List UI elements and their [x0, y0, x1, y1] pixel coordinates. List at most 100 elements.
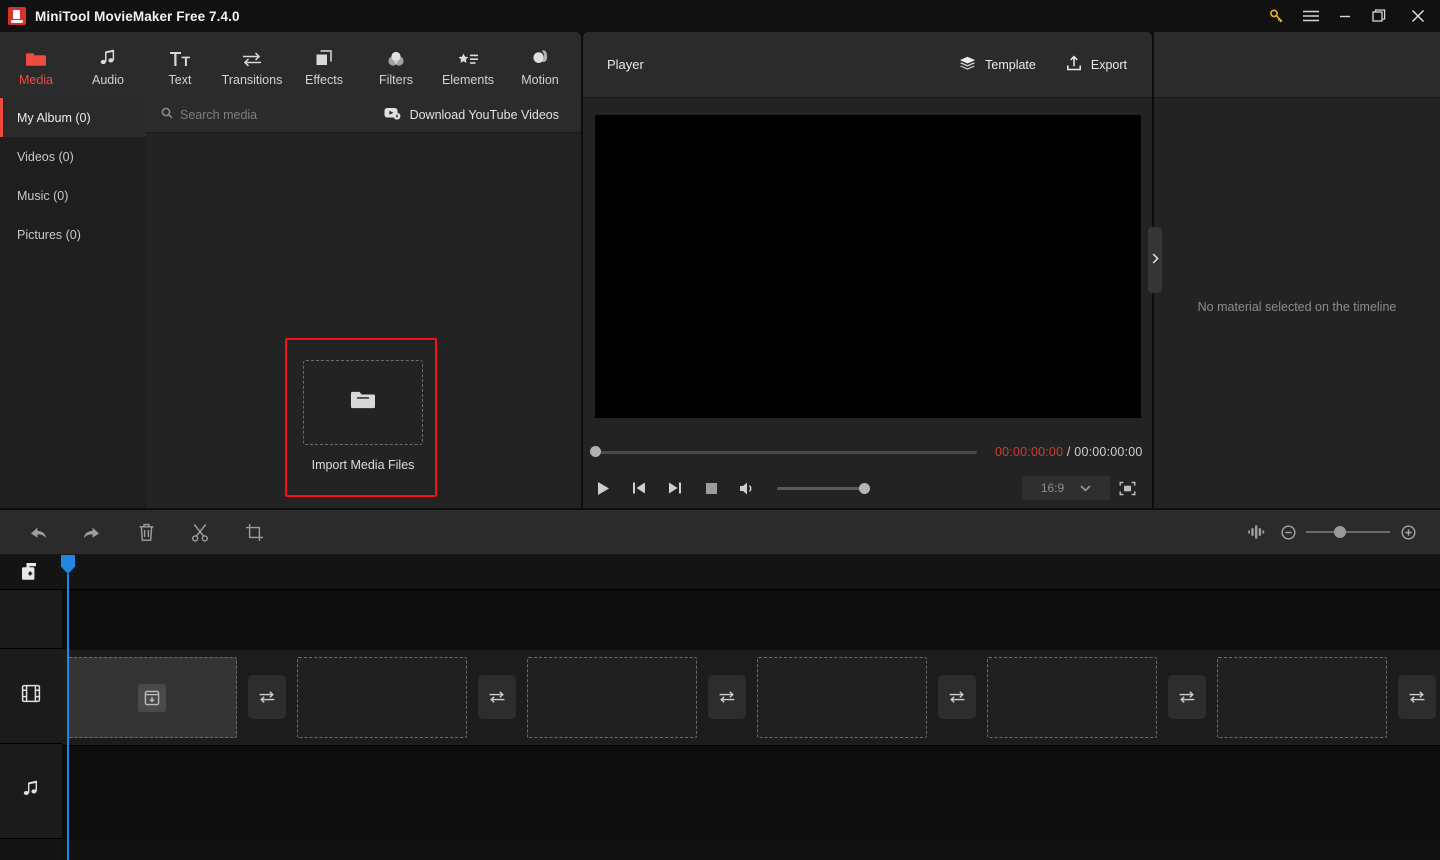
volume-button[interactable]: [729, 472, 765, 504]
main-toolbar: Media Audio Text Transitions Effects Fil…: [0, 32, 581, 98]
tab-effects[interactable]: Effects: [288, 32, 360, 98]
sidebar-item-videos[interactable]: Videos (0): [0, 137, 146, 176]
tab-motion[interactable]: Motion: [504, 32, 576, 98]
timeline-clip-placeholder[interactable]: [757, 657, 927, 738]
minimize-icon[interactable]: [1328, 0, 1362, 32]
split-button[interactable]: [173, 510, 227, 555]
sidebar-item-label: Pictures (0): [17, 227, 81, 242]
timeline-toolbar: [0, 510, 1440, 555]
tab-elements[interactable]: Elements: [432, 32, 504, 98]
timeline-clip-placeholder[interactable]: [987, 657, 1157, 738]
layers-square-icon: [314, 44, 334, 68]
search-box[interactable]: [161, 106, 360, 124]
volume-slider[interactable]: [777, 482, 870, 494]
search-input[interactable]: [180, 108, 360, 122]
timecode-current: 00:00:00:00: [995, 445, 1064, 459]
tab-elements-label: Elements: [441, 72, 495, 87]
export-upload-icon: [1066, 55, 1082, 74]
timeline-track-headers: [0, 555, 62, 860]
timeline-video-track[interactable]: [62, 650, 1440, 745]
timeline-clip-placeholder[interactable]: [1217, 657, 1387, 738]
transition-button[interactable]: [938, 675, 976, 719]
search-icon: [161, 106, 173, 124]
timeline-playhead[interactable]: [61, 555, 75, 860]
timeline-zoom-slider[interactable]: [1306, 526, 1390, 538]
fit-to-window-icon[interactable]: [1240, 510, 1272, 555]
fullscreen-button[interactable]: [1110, 472, 1144, 504]
timecode-display: 00:00:00:00 / 00:00:00:00: [995, 445, 1143, 459]
menu-icon[interactable]: [1294, 0, 1328, 32]
sidebar-item-my-album[interactable]: My Album (0): [0, 98, 146, 137]
timeline-clip-placeholder[interactable]: [527, 657, 697, 738]
player-title: Player: [607, 57, 644, 72]
template-button[interactable]: Template: [959, 55, 1036, 74]
player-panel: Player Template Export 00:00:00:00 / 00:…: [583, 32, 1152, 508]
panel-collapse-handle[interactable]: [1148, 227, 1162, 293]
tab-transitions[interactable]: Transitions: [216, 32, 288, 98]
sidebar-item-music[interactable]: Music (0): [0, 176, 146, 215]
timeline-clip-placeholder[interactable]: [297, 657, 467, 738]
transition-button[interactable]: [1398, 675, 1436, 719]
close-icon[interactable]: [1396, 0, 1440, 32]
next-frame-button[interactable]: [657, 472, 693, 504]
timecode-separator: /: [1066, 445, 1071, 459]
zoom-out-button[interactable]: [1272, 510, 1304, 555]
seek-slider[interactable]: [590, 446, 977, 457]
folder-open-icon: [349, 388, 377, 417]
tab-audio[interactable]: Audio: [72, 32, 144, 98]
tab-media[interactable]: Media: [0, 32, 72, 98]
audio-track-header[interactable]: [0, 744, 62, 839]
tab-transitions-label: Transitions: [221, 72, 283, 87]
tab-filters[interactable]: Filters: [360, 32, 432, 98]
chevron-right-icon: [1152, 251, 1159, 269]
volume-handle[interactable]: [859, 482, 870, 494]
app-window: MiniTool MovieMaker Free 7.4.0 Media Aud…: [0, 0, 1440, 860]
delete-button[interactable]: [119, 510, 173, 555]
zoom-in-button[interactable]: [1392, 510, 1424, 555]
music-note-icon: [21, 779, 41, 804]
tab-media-label: Media: [18, 72, 54, 87]
redo-button[interactable]: [65, 510, 119, 555]
film-strip-icon: [21, 684, 41, 708]
download-youtube-button[interactable]: Download YouTube Videos: [384, 107, 559, 123]
timeline-row-overlay[interactable]: [62, 589, 1440, 649]
add-media-button[interactable]: [0, 555, 62, 589]
sidebar-item-label: Music (0): [17, 188, 69, 203]
transition-button[interactable]: [478, 675, 516, 719]
aspect-ratio-select[interactable]: 16:9: [1022, 476, 1110, 500]
key-icon[interactable]: [1260, 0, 1294, 32]
seek-handle[interactable]: [590, 446, 601, 457]
transition-arrows-icon: [241, 44, 263, 68]
template-layers-icon: [959, 56, 976, 74]
stop-button[interactable]: [693, 472, 729, 504]
import-media-dropzone[interactable]: [303, 360, 423, 445]
transition-button[interactable]: [1168, 675, 1206, 719]
timeline-audio-track[interactable]: [62, 745, 1440, 840]
tab-text-label: Text: [168, 72, 192, 87]
motion-circles-icon: [530, 44, 550, 68]
export-button[interactable]: Export: [1066, 55, 1127, 74]
tab-text[interactable]: Text: [144, 32, 216, 98]
import-media-label: Import Media Files: [311, 458, 415, 472]
maximize-icon[interactable]: [1362, 0, 1396, 32]
timecode-total: 00:00:00:00: [1074, 445, 1143, 459]
sidebar-item-pictures[interactable]: Pictures (0): [0, 215, 146, 254]
media-content-area: Import Media Files: [146, 133, 581, 508]
timeline: [0, 555, 1440, 860]
undo-button[interactable]: [11, 510, 65, 555]
tab-motion-label: Motion: [521, 72, 559, 87]
timeline-clip-placeholder[interactable]: [67, 657, 237, 738]
timeline-zoom-handle[interactable]: [1334, 526, 1346, 538]
aspect-ratio-value: 16:9: [1040, 481, 1065, 495]
download-youtube-label: Download YouTube Videos: [409, 108, 559, 122]
play-button[interactable]: [585, 472, 621, 504]
transition-button[interactable]: [248, 675, 286, 719]
crop-button[interactable]: [227, 510, 281, 555]
video-preview[interactable]: [595, 115, 1141, 418]
transition-button[interactable]: [708, 675, 746, 719]
template-label: Template: [985, 57, 1036, 72]
prev-frame-button[interactable]: [621, 472, 657, 504]
timeline-ruler[interactable]: [62, 555, 1440, 589]
video-track-header[interactable]: [0, 649, 62, 744]
media-panel: My Album (0) Videos (0) Music (0) Pictur…: [0, 98, 581, 508]
